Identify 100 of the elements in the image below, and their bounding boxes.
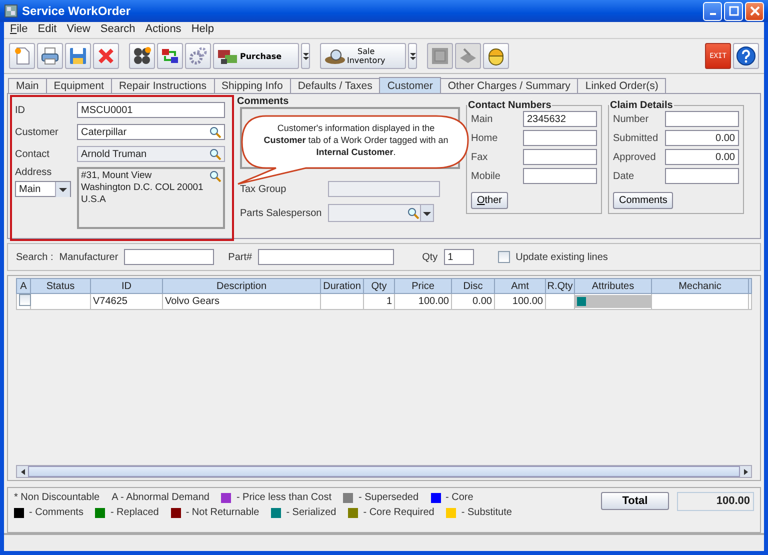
comments-button[interactable]: Comments	[613, 192, 674, 209]
phone-field[interactable]	[523, 149, 597, 165]
minimize-icon	[710, 13, 716, 15]
column-header[interactable]: Status	[30, 278, 90, 294]
legend-label: - Comments	[29, 507, 84, 518]
claim-field[interactable]: 0.00	[665, 130, 739, 146]
field-label: Home	[471, 132, 499, 144]
claim-field[interactable]: 0.00	[665, 149, 739, 165]
id-field[interactable]: MSCU0001	[77, 102, 225, 118]
minimize-button[interactable]	[703, 2, 722, 20]
menu-item[interactable]: Search	[96, 23, 142, 37]
total-button[interactable]: Total	[601, 492, 669, 510]
part-field[interactable]	[258, 249, 394, 265]
legend-label: - Superseded	[358, 492, 419, 503]
transfer-icon[interactable]	[157, 43, 183, 69]
field-label: Address	[15, 167, 53, 178]
tab[interactable]: Shipping Info	[214, 78, 291, 93]
left-arrow-icon[interactable]	[18, 468, 26, 476]
balls-icon[interactable]	[129, 43, 155, 69]
purchase-button[interactable]: Purchase	[213, 43, 299, 69]
menu-item[interactable]: Edit	[34, 23, 63, 37]
legend-label: * Non Discountable	[14, 492, 100, 503]
customer-field[interactable]: Caterpillar	[77, 124, 225, 140]
close-button[interactable]	[745, 2, 764, 20]
column-header[interactable]: Attributes	[574, 278, 652, 294]
table-cell: 100.00	[512, 296, 543, 307]
group-title: Contact Numbers	[467, 100, 552, 111]
tab[interactable]: Main	[8, 78, 47, 93]
tab[interactable]: Other Charges / Summary	[440, 78, 578, 93]
printer-icon[interactable]	[37, 43, 63, 69]
tab[interactable]: Linked Order(s)	[577, 78, 666, 93]
field-label: Tax Group	[240, 184, 288, 194]
helmet-icon[interactable]	[483, 43, 509, 69]
field-label: Submitted	[613, 132, 660, 144]
column-header[interactable]: Mechanic	[652, 278, 748, 294]
field-label: Qty	[422, 252, 438, 262]
legend-label: - Not Returnable	[186, 507, 260, 518]
tab[interactable]: Customer	[379, 77, 441, 93]
column-header[interactable]: R.Qty	[546, 278, 574, 294]
help-icon[interactable]	[733, 43, 759, 69]
delete-icon[interactable]	[93, 43, 119, 69]
menu-item[interactable]: Actions	[141, 23, 188, 37]
sale-inventory-button[interactable]: Sale Inventory	[320, 43, 406, 69]
column-header[interactable]: Description	[162, 278, 320, 294]
column-header[interactable]: Disc	[452, 278, 494, 294]
phone-field[interactable]: 2345632	[523, 111, 597, 127]
field-label: Customer	[15, 126, 60, 138]
other-button[interactable]: Other	[471, 192, 508, 209]
address-field[interactable]: #31, Mount View Washington D.C. COL 20001 U.S.A	[77, 167, 225, 229]
tab[interactable]: Repair Instructions	[110, 78, 215, 93]
menu-item[interactable]: File	[6, 23, 34, 37]
address-type-dropdown[interactable]: Main	[15, 181, 71, 197]
search-icon[interactable]	[209, 170, 221, 182]
table-cell: V74625	[93, 296, 128, 307]
search-icon[interactable]	[407, 207, 419, 219]
contact-field[interactable]: Arnold Truman	[77, 146, 225, 162]
manufacturer-field[interactable]	[124, 249, 214, 265]
field-label: Part#	[228, 252, 252, 262]
tab[interactable]: Equipment	[46, 78, 112, 93]
column-header[interactable]: Duration	[320, 278, 364, 294]
horizontal-scrollbar[interactable]	[16, 465, 752, 478]
column-header[interactable]: Price	[394, 278, 452, 294]
new-document-icon[interactable]	[9, 43, 35, 69]
maximize-icon	[728, 6, 738, 16]
field-label: Number	[613, 114, 650, 124]
column-header[interactable]: Amt	[494, 278, 546, 294]
field-label: Mobile	[471, 170, 502, 182]
close-icon	[750, 6, 760, 16]
field-label: Fax	[471, 152, 489, 162]
table-cell: 0.00	[472, 296, 492, 307]
qty-field[interactable]: 1	[444, 249, 474, 265]
grid-icon[interactable]	[427, 43, 453, 69]
table-cell: Volvo Gears	[165, 296, 220, 307]
claim-field[interactable]	[665, 111, 739, 127]
total-field: 100.00	[677, 492, 754, 511]
app-icon	[4, 4, 18, 18]
search-icon[interactable]	[209, 148, 221, 160]
checkbox-label: Update existing lines	[516, 252, 608, 262]
phone-field[interactable]	[523, 130, 597, 146]
phone-field[interactable]	[523, 168, 597, 184]
field-label: Manufacturer	[59, 252, 118, 262]
group-title: Claim Details	[609, 100, 674, 111]
save-icon[interactable]	[65, 43, 91, 69]
column-header[interactable]: A	[16, 278, 30, 294]
column-header[interactable]: ID	[90, 278, 162, 294]
window-title: Service WorkOrder	[22, 4, 130, 18]
column-header[interactable]: Qty	[364, 278, 394, 294]
field-label: Parts Salesperson	[240, 208, 323, 218]
claim-field[interactable]	[665, 168, 739, 184]
legend-label: - Serialized	[286, 507, 336, 518]
right-arrow-icon[interactable]	[742, 468, 750, 476]
update-checkbox[interactable]	[498, 251, 510, 263]
table-cell: 1	[386, 296, 392, 307]
menu-item[interactable]: Help	[187, 23, 220, 37]
tax-group-field[interactable]	[328, 181, 440, 197]
legend-label: - Core	[446, 492, 474, 503]
maximize-button[interactable]	[724, 2, 743, 20]
search-icon[interactable]	[209, 126, 221, 138]
menu-item[interactable]: View	[62, 23, 96, 37]
row-checkbox[interactable]	[19, 294, 31, 306]
